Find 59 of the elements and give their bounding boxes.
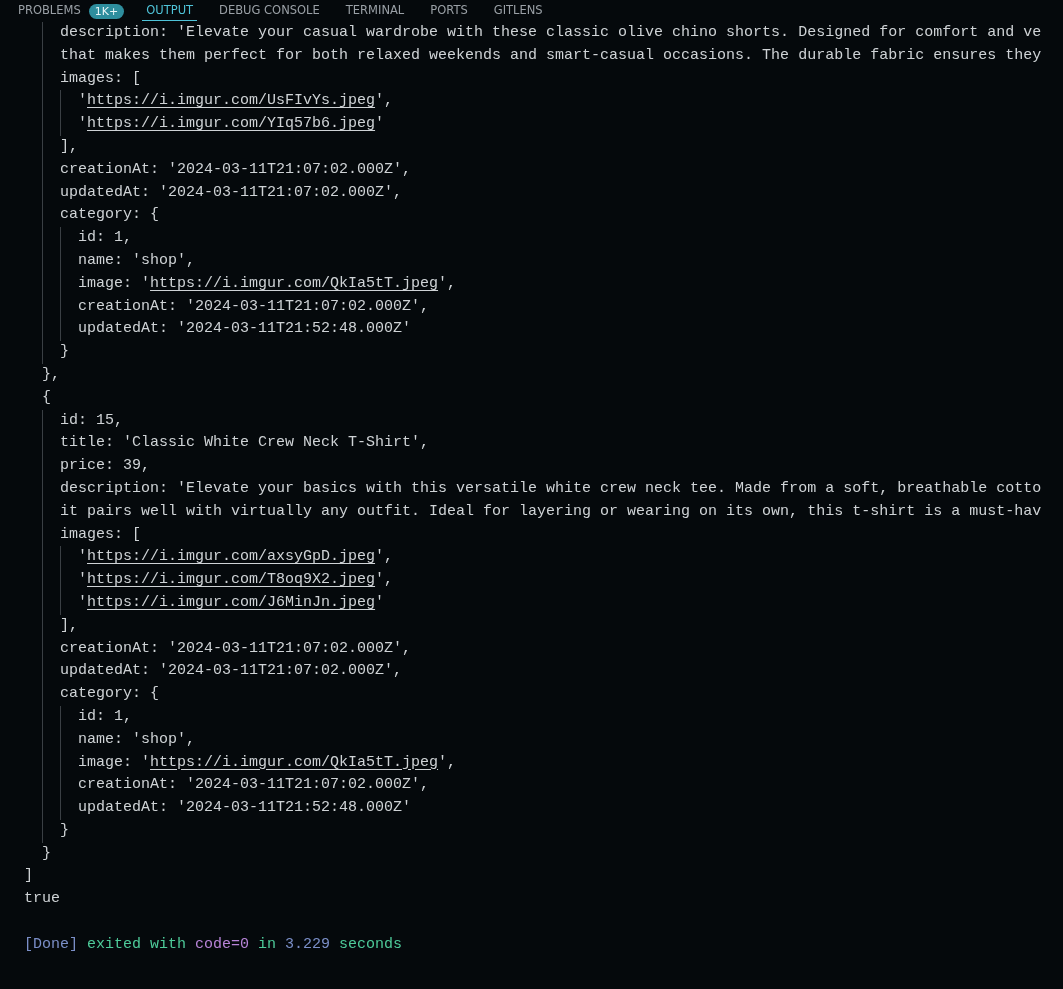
- output-line: price: 39,: [59, 457, 151, 475]
- output-line: updatedAt: '2024-03-11T21:07:02.000Z',: [59, 183, 403, 201]
- url-link[interactable]: https://i.imgur.com/axsyGpD.jpeg: [87, 548, 376, 566]
- output-line: image: 'https://i.imgur.com/QkIa5tT.jpeg',: [77, 274, 457, 292]
- panel-tab[interactable]: PROBLEMS: [14, 1, 85, 21]
- status-text: 3.229: [285, 934, 331, 955]
- status-text: [Done]: [24, 934, 78, 955]
- output-line: it pairs well with virtually any outfit. Ideal for layering or wearing on its own, this t-shirt is a must-hav: [59, 502, 1042, 520]
- output-line: creationAt: '2024-03-11T21:07:02.000Z',: [59, 639, 412, 657]
- output-line: title: 'Classic White Crew Neck T-Shirt',: [59, 434, 430, 452]
- output-line: updatedAt: '2024-03-11T21:07:02.000Z',: [59, 662, 403, 680]
- output-line: category: {: [59, 685, 160, 703]
- output-line: updatedAt: '2024-03-11T21:52:48.000Z': [77, 320, 412, 338]
- output-line: {: [41, 388, 51, 406]
- output-line: true: [24, 890, 60, 908]
- output-line: description: 'Elevate your casual wardrobe with these classic olive chino shorts. Designed for comfort and ve: [59, 24, 1042, 41]
- output-line: 'https://i.imgur.com/J6MinJn.jpeg': [77, 593, 385, 611]
- output-line: that makes them perfect for both relaxed weekends and smart-casual occasions. The durable fabric ensures they: [59, 46, 1042, 64]
- output-line: images: [: [59, 69, 142, 87]
- output-line: }: [59, 343, 69, 361]
- output-line: creationAt: '2024-03-11T21:07:02.000Z',: [59, 160, 412, 178]
- count-badge: 1K+: [88, 3, 125, 19]
- output-line: images: [: [59, 525, 142, 543]
- output-line: 'https://i.imgur.com/axsyGpD.jpeg',: [77, 548, 394, 566]
- output-line: }: [41, 844, 51, 862]
- url-link[interactable]: https://i.imgur.com/J6MinJn.jpeg: [87, 593, 376, 611]
- output-line: ],: [59, 138, 78, 155]
- panel-tab[interactable]: PORTS: [426, 1, 472, 21]
- url-link[interactable]: https://i.imgur.com/T8oq9X2.jpeg: [87, 571, 376, 589]
- url-link[interactable]: https://i.imgur.com/YIq57b6.jpeg: [87, 115, 376, 133]
- status-text: seconds: [339, 934, 403, 955]
- output-line: },: [41, 365, 60, 383]
- output-line: id: 1,: [77, 229, 133, 247]
- url-link[interactable]: https://i.imgur.com/QkIa5tT.jpeg: [150, 274, 439, 292]
- output-line: 'https://i.imgur.com/YIq57b6.jpeg': [77, 115, 385, 133]
- output-line: image: 'https://i.imgur.com/QkIa5tT.jpeg',: [77, 753, 457, 771]
- output-line: ]: [24, 867, 33, 885]
- output-line: creationAt: '2024-03-11T21:07:02.000Z',: [77, 776, 430, 794]
- status-text: exited with: [87, 934, 187, 955]
- panel-tab[interactable]: GITLENS: [489, 1, 547, 21]
- output-line: updatedAt: '2024-03-11T21:52:48.000Z': [77, 799, 412, 817]
- output-line: 'https://i.imgur.com/UsFIvYs.jpeg',: [77, 92, 394, 110]
- output-line: 'https://i.imgur.com/T8oq9X2.jpeg',: [77, 571, 394, 589]
- output-line: creationAt: '2024-03-11T21:07:02.000Z',: [77, 297, 430, 315]
- output-line: id: 15,: [59, 411, 124, 429]
- output-line: description: 'Elevate your basics with this versatile white crew neck tee. Made from a soft, breathable cotto: [59, 479, 1042, 497]
- output-line: id: 1,: [77, 707, 133, 725]
- output-line: name: 'shop',: [77, 251, 196, 269]
- output-line: ],: [59, 616, 78, 634]
- panel-tab[interactable]: OUTPUT: [142, 1, 198, 21]
- output-line: name: 'shop',: [77, 730, 196, 748]
- panel-tab[interactable]: TERMINAL: [341, 1, 409, 21]
- url-link[interactable]: https://i.imgur.com/UsFIvYs.jpeg: [87, 92, 376, 110]
- panel-tab[interactable]: DEBUG CONSOLE: [215, 1, 324, 21]
- status-text: code=0: [195, 934, 250, 955]
- url-link[interactable]: https://i.imgur.com/QkIa5tT.jpeg: [150, 753, 439, 771]
- status-text: in: [258, 934, 277, 955]
- output-line: category: {: [59, 206, 160, 224]
- output-line: }: [59, 821, 69, 839]
